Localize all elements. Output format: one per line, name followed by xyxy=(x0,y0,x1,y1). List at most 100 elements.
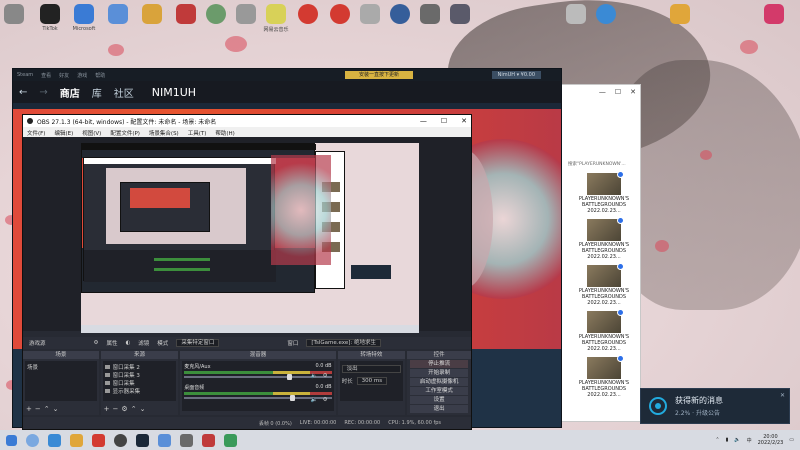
mode-select[interactable]: 采集特定窗口 xyxy=(176,339,220,347)
close-icon[interactable]: ✕ xyxy=(461,117,467,125)
close-icon[interactable]: ✕ xyxy=(780,392,785,399)
app-icon[interactable] xyxy=(180,433,193,447)
down-icon[interactable]: ⌄ xyxy=(53,405,62,413)
file-explorer-icon[interactable] xyxy=(70,433,83,447)
desktop-icon[interactable] xyxy=(660,4,700,26)
obs-preview[interactable] xyxy=(23,137,471,333)
steam-install-button[interactable]: 安装一直按下更新 xyxy=(344,71,413,79)
app-icon[interactable] xyxy=(224,433,237,447)
steam-nav: ← → 商店 库 社区 NIM1UH xyxy=(13,81,561,103)
window-select[interactable]: [TslGame.exe]: 绝地求生 xyxy=(306,339,381,347)
start-virtual-camera-button[interactable]: 启动虚拟摄像机 xyxy=(410,378,468,386)
forward-arrow-icon[interactable]: → xyxy=(39,87,47,98)
file-item[interactable]: PLAYERUNKNOWN'S BATTLEGROUNDS 2022.02.23… xyxy=(574,217,634,260)
volume-slider-handle[interactable] xyxy=(287,374,293,380)
minimize-icon[interactable]: — xyxy=(420,117,427,125)
clock[interactable]: 20:00 2022/2/23 xyxy=(758,434,784,446)
menu-profile[interactable]: 配置文件(P) xyxy=(110,129,140,137)
sources-header: 来源 xyxy=(100,351,179,359)
volume-slider[interactable] xyxy=(184,374,332,380)
studio-mode-button[interactable]: 工作室模式 xyxy=(410,387,468,395)
edge-icon[interactable] xyxy=(48,433,61,447)
menu-view[interactable]: 视图(V) xyxy=(82,129,101,137)
close-icon[interactable]: ✕ xyxy=(630,88,636,98)
source-item[interactable]: 窗口采集 2 xyxy=(104,363,175,371)
windows-start-icon[interactable] xyxy=(6,434,17,446)
scene-item[interactable]: 场景 xyxy=(27,363,95,371)
gear-icon[interactable]: ⚙ xyxy=(94,340,99,346)
down-icon[interactable]: ⌄ xyxy=(140,405,149,413)
scenes-list: 场景 xyxy=(25,361,97,401)
back-arrow-icon[interactable]: ← xyxy=(19,87,27,98)
steam-nav-store[interactable]: 商店 xyxy=(60,85,80,100)
volume-icon[interactable]: 🔈 xyxy=(734,437,740,443)
filters-button[interactable]: 滤镜 xyxy=(138,339,149,347)
obs-taskbar-icon[interactable] xyxy=(114,433,127,447)
desktop-icon[interactable] xyxy=(440,4,480,26)
check-badge-icon xyxy=(617,171,624,178)
add-icon[interactable]: + xyxy=(104,405,113,413)
check-badge-icon xyxy=(617,309,624,316)
remove-icon[interactable]: − xyxy=(35,405,44,413)
search-icon[interactable] xyxy=(26,433,39,447)
speaker-icon[interactable]: 🔈 xyxy=(311,397,318,403)
notification-center-icon[interactable]: ▭ xyxy=(789,437,794,443)
steam-icon[interactable] xyxy=(136,433,149,447)
steam-nav-library[interactable]: 库 xyxy=(92,85,102,100)
app-icon[interactable] xyxy=(202,433,215,447)
explorer-search-text[interactable]: 搜索"PLAYERUNKNOWN'... xyxy=(568,161,640,167)
steam-menu-item[interactable]: 好友 xyxy=(59,72,69,79)
maximize-icon[interactable]: ☐ xyxy=(615,88,621,98)
add-icon[interactable]: + xyxy=(26,405,35,413)
steam-menu-item[interactable]: 查看 xyxy=(41,72,51,79)
file-item[interactable]: PLAYERUNKNOWN'S BATTLEGROUNDS 2022.02.23… xyxy=(574,355,634,398)
video-thumbnail xyxy=(587,217,624,241)
desktop-icon[interactable] xyxy=(586,4,626,26)
stop-streaming-button[interactable]: 停止推流 xyxy=(410,360,468,368)
steam-menu-item[interactable]: 帮助 xyxy=(95,72,105,79)
gear-icon[interactable]: ⚙ xyxy=(323,397,328,403)
maximize-icon[interactable]: ☐ xyxy=(441,117,447,125)
notification-toast[interactable]: 获得新的消息 2.2% · 升级公告 ✕ xyxy=(640,388,790,424)
filter-icon[interactable]: ◐ xyxy=(125,340,130,346)
file-item[interactable]: PLAYERUNKNOWN'S BATTLEGROUNDS 2022.02.23… xyxy=(574,309,634,352)
channel-name: 麦克风/Aux xyxy=(184,364,211,370)
menu-help[interactable]: 帮助(H) xyxy=(215,129,234,137)
start-recording-button[interactable]: 开始录制 xyxy=(410,369,468,377)
menu-tools[interactable]: 工具(T) xyxy=(188,129,207,137)
app-icon[interactable] xyxy=(158,433,171,447)
speaker-icon[interactable]: 🔈 xyxy=(311,373,318,379)
volume-slider[interactable] xyxy=(184,395,332,401)
input-language[interactable]: 中 xyxy=(747,437,752,444)
network-icon[interactable]: ▮ xyxy=(726,437,729,443)
source-item[interactable]: 窗口采集 xyxy=(104,379,175,387)
menu-file[interactable]: 文件(F) xyxy=(27,129,45,137)
minimize-icon[interactable]: — xyxy=(599,88,606,98)
gear-icon[interactable]: ⚙ xyxy=(323,373,328,379)
properties-button[interactable]: 属性 xyxy=(106,339,117,347)
menu-scene-collection[interactable]: 场景集合(S) xyxy=(149,129,179,137)
file-item[interactable]: PLAYERUNKNOWN'S BATTLEGROUNDS 2022.02.23… xyxy=(574,171,634,214)
steam-nav-community[interactable]: 社区 xyxy=(114,85,134,100)
settings-button[interactable]: 设置 xyxy=(410,396,468,404)
duration-input[interactable]: 300 ms xyxy=(356,377,388,385)
up-icon[interactable]: ⌃ xyxy=(131,405,140,413)
steam-menu-item[interactable]: 游戏 xyxy=(77,72,87,79)
source-item[interactable]: 窗口采集 3 xyxy=(104,371,175,379)
volume-slider-handle[interactable] xyxy=(290,395,296,401)
menu-edit[interactable]: 编辑(E) xyxy=(54,129,73,137)
file-item[interactable]: PLAYERUNKNOWN'S BATTLEGROUNDS 2022.02.23… xyxy=(574,263,634,306)
steam-menu-item[interactable]: Steam xyxy=(17,72,33,78)
tray-chevron-up-icon[interactable]: ⌃ xyxy=(715,437,719,443)
desktop-icon[interactable] xyxy=(0,4,34,26)
file-explorer-window: — ☐ ✕ 搜索"PLAYERUNKNOWN'... PLAYERUNKNOWN… xyxy=(555,84,641,422)
source-item[interactable]: 显示器采集 xyxy=(104,387,175,395)
exit-button[interactable]: 退出 xyxy=(410,405,468,413)
transition-select[interactable]: 淡出 xyxy=(341,365,402,373)
steam-account-menu[interactable]: NimUH ▾ ¥0.00 xyxy=(491,71,541,79)
up-icon[interactable]: ⌃ xyxy=(44,405,53,413)
gear-icon[interactable]: ⚙ xyxy=(121,405,130,413)
desktop-icon[interactable] xyxy=(754,4,794,26)
netease-music-icon[interactable] xyxy=(92,433,105,447)
steam-nav-username[interactable]: NIM1UH xyxy=(152,86,196,99)
